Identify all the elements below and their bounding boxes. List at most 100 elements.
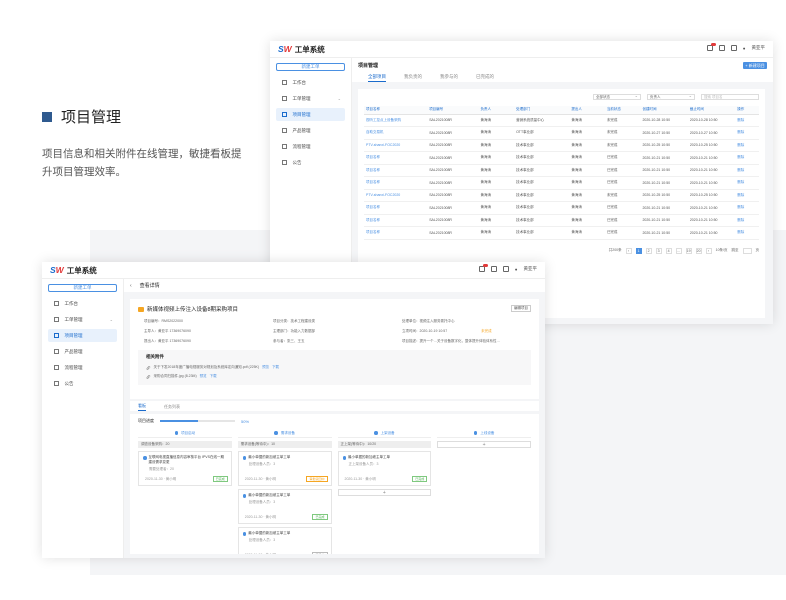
tab-board[interactable]: 看板 bbox=[138, 403, 146, 411]
table-cell: 黄海涛 bbox=[478, 176, 515, 190]
search-input[interactable]: 搜索 项目名 bbox=[701, 94, 759, 100]
page-button[interactable]: 3 bbox=[655, 247, 662, 254]
jump-input[interactable] bbox=[742, 247, 752, 254]
document-icon[interactable] bbox=[730, 45, 737, 51]
table-cell: 2020-10-21 10:50 bbox=[687, 164, 736, 177]
project-name-link[interactable]: 视听工控点上设备采购 bbox=[364, 114, 428, 127]
user-name[interactable]: 黄亚平 bbox=[524, 266, 538, 272]
task-dot-icon bbox=[242, 494, 247, 498]
column-header[interactable]: 创建时间 bbox=[640, 106, 688, 115]
sidebar-item-workbench[interactable]: 工作台 bbox=[276, 76, 345, 89]
detail-tabs: 看板 任务列表 bbox=[130, 401, 539, 411]
table-cell: 黄海涛 bbox=[478, 114, 515, 127]
delete-link[interactable]: 删除 bbox=[735, 214, 759, 227]
sidebar-item-tickets[interactable]: 工单管理 ⌄ bbox=[48, 313, 117, 326]
preview-link[interactable]: 预览 bbox=[262, 365, 269, 370]
sidebar-item-workflow[interactable]: 流程管理 bbox=[276, 140, 345, 153]
field-proposer: 提出人：黄亚平 17369076090 bbox=[144, 339, 191, 343]
sidebar-item-projects[interactable]: 项目管理 bbox=[276, 108, 345, 121]
column-header[interactable]: 项目名称 bbox=[364, 106, 428, 115]
edit-project-button[interactable]: 编辑项目 bbox=[511, 305, 531, 312]
tab-mine[interactable]: 我负责的 bbox=[404, 74, 422, 82]
page-button[interactable]: 4 bbox=[665, 247, 672, 254]
column-header[interactable]: 项目编号 bbox=[427, 106, 479, 115]
project-name-link[interactable]: 项目名称 bbox=[364, 151, 428, 165]
delete-link[interactable]: 删除 bbox=[735, 126, 759, 140]
download-link[interactable]: 下载 bbox=[272, 365, 279, 370]
next-page-button[interactable]: › bbox=[705, 247, 712, 254]
document-icon[interactable] bbox=[502, 266, 509, 272]
sidebar-item-notice[interactable]: 公告 bbox=[276, 156, 345, 169]
table-cell: 2020-10-25 10:50 bbox=[640, 139, 688, 152]
user-avatar-icon[interactable]: ● bbox=[515, 267, 518, 272]
task-card[interactable]: 互联网电视直播信息内容审核平台 IPVS在线一期建设需求变更 需要处理者：20 20… bbox=[138, 451, 232, 486]
table-cell: 已完成 bbox=[604, 226, 641, 240]
tab-joined[interactable]: 我参与的 bbox=[440, 74, 458, 82]
add-task-button[interactable]: + bbox=[437, 441, 531, 448]
delete-link[interactable]: 删除 bbox=[735, 176, 759, 190]
page-button[interactable]: 2 bbox=[645, 247, 652, 254]
column-header[interactable]: 负责人 bbox=[478, 106, 515, 115]
calendar-icon[interactable] bbox=[718, 45, 725, 51]
project-name-link[interactable]: 项目名称 bbox=[364, 226, 428, 240]
task-card[interactable]: 最小单据的新加坡主单工单处理设备人员：32020-11-30 · 黄小明已确认 bbox=[237, 527, 332, 554]
page-button[interactable]: ... bbox=[675, 247, 682, 254]
task-card[interactable]: 最小单据的新加坡主单工单 正上架设备人员：3 2020-11-30 · 黄小明 已完成 bbox=[337, 451, 432, 486]
download-link[interactable]: 下载 bbox=[210, 374, 217, 379]
column-header[interactable]: 处理部门 bbox=[514, 106, 570, 115]
status-filter[interactable]: 全部状态 bbox=[593, 93, 641, 100]
add-task-button[interactable]: + bbox=[337, 489, 432, 496]
sidebar-item-products[interactable]: 产品管理 bbox=[276, 124, 345, 137]
column-header[interactable]: 当前状态 bbox=[604, 106, 641, 115]
delete-link[interactable]: 删除 bbox=[735, 164, 759, 177]
delete-link[interactable]: 删除 bbox=[735, 114, 759, 127]
project-name-link[interactable]: 项目名称 bbox=[364, 214, 428, 227]
task-card[interactable]: 最小单据的新加坡主单工单 处理设备人员：3 2020-11-30 · 黄小明 已完成 bbox=[237, 489, 332, 524]
page-button[interactable]: 1 bbox=[635, 247, 642, 254]
delete-link[interactable]: 删除 bbox=[735, 226, 759, 240]
sidebar-item-notice[interactable]: 公告 bbox=[48, 377, 117, 390]
project-name-link[interactable]: 自助交易机 bbox=[364, 126, 428, 140]
new-ticket-button[interactable]: 新建工单 bbox=[276, 63, 345, 71]
user-avatar-icon[interactable]: ● bbox=[743, 46, 746, 51]
sidebar-item-workbench[interactable]: 工作台 bbox=[48, 297, 117, 310]
back-arrow-icon[interactable]: ‹ bbox=[130, 283, 132, 289]
table-cell: 2020-10-28 10:50 bbox=[640, 114, 688, 127]
message-icon[interactable] bbox=[706, 43, 716, 51]
sidebar-item-projects[interactable]: 项目管理 bbox=[48, 329, 117, 342]
app-logo[interactable]: SW 工单系统 bbox=[50, 265, 97, 276]
user-name[interactable]: 黄亚平 bbox=[752, 45, 766, 51]
sidebar-item-tickets[interactable]: 工单管理 ⌄ bbox=[276, 92, 345, 105]
preview-link[interactable]: 预览 bbox=[200, 374, 207, 379]
tab-all[interactable]: 全部项目 bbox=[368, 74, 386, 82]
delete-link[interactable]: 删除 bbox=[735, 201, 759, 215]
project-name-link[interactable]: 项目名称 bbox=[364, 201, 428, 215]
tab-done[interactable]: 已完成的 bbox=[476, 74, 494, 82]
calendar-icon[interactable] bbox=[490, 266, 497, 272]
sidebar-item-workflow[interactable]: 流程管理 bbox=[48, 361, 117, 374]
delete-link[interactable]: 删除 bbox=[735, 189, 759, 202]
task-card[interactable]: 最小单据的新加坡主单工单 处理设备人员：3 2020-11-30 · 黄小明 审批驳回… bbox=[237, 451, 332, 486]
app-logo[interactable]: SW 工单系统 bbox=[278, 44, 325, 55]
page-button[interactable]: 19 bbox=[685, 247, 692, 254]
project-name-link[interactable]: PTV-shanxi-FOC2020 bbox=[364, 189, 428, 202]
table-cell: 黄海涛 bbox=[478, 214, 515, 227]
project-detail-window: SW 工单系统 ● 黄亚平 新建工单 工作台 工单管理 ⌄ 项目管理 产品管理 流… bbox=[42, 262, 545, 558]
new-ticket-button[interactable]: 新建工单 bbox=[48, 284, 117, 292]
column-header[interactable]: 截止时间 bbox=[687, 106, 736, 115]
project-name-link[interactable]: 项目名称 bbox=[364, 164, 428, 177]
project-name-link[interactable]: 项目名称 bbox=[364, 176, 428, 190]
prev-page-button[interactable]: ‹ bbox=[625, 247, 632, 254]
column-header[interactable]: 操作 bbox=[735, 106, 759, 115]
new-project-button[interactable]: + 新建项目 bbox=[743, 62, 767, 69]
column-header[interactable]: 提出人 bbox=[569, 106, 605, 115]
sidebar-item-products[interactable]: 产品管理 bbox=[48, 345, 117, 358]
page-button[interactable]: 20 bbox=[695, 247, 702, 254]
page-size-select[interactable]: 10条/页 bbox=[716, 248, 728, 253]
tab-task-list[interactable]: 任务列表 bbox=[164, 404, 180, 411]
delete-link[interactable]: 删除 bbox=[735, 139, 759, 152]
project-name-link[interactable]: PTV-shanxi-FOC2020 bbox=[364, 139, 428, 152]
message-icon[interactable] bbox=[478, 264, 488, 272]
owner-filter[interactable]: 负责人 bbox=[647, 93, 695, 100]
delete-link[interactable]: 删除 bbox=[735, 151, 759, 165]
